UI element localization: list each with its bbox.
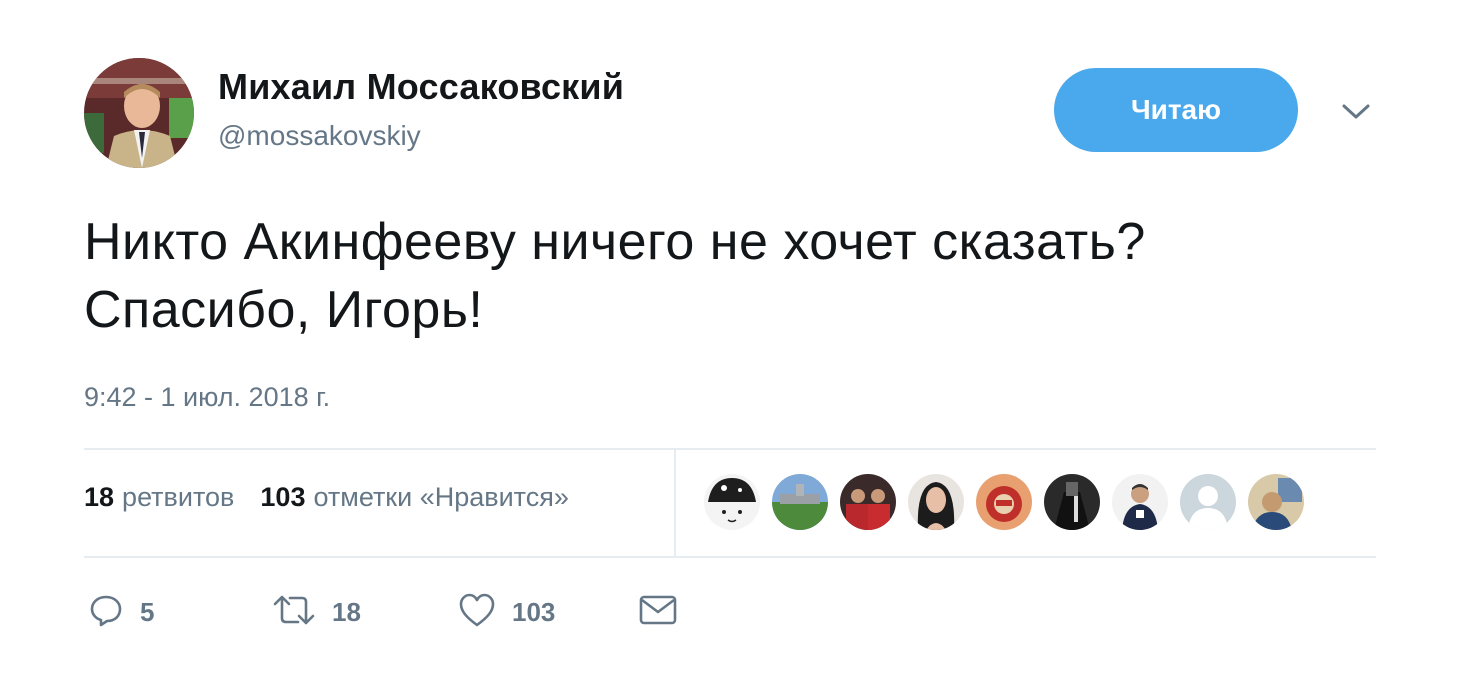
retweet-count: 18: [332, 596, 361, 627]
liker-avatar[interactable]: [772, 474, 828, 530]
liker-avatar[interactable]: [1248, 474, 1304, 530]
likes-count: 103: [260, 482, 306, 512]
following-button[interactable]: Читаю: [1054, 68, 1298, 152]
heart-icon: [458, 592, 496, 633]
tweet-timestamp[interactable]: 9:42 - 1 июл. 2018 г.: [84, 382, 330, 413]
reply-count: 5: [140, 596, 155, 627]
mail-icon: [638, 593, 678, 632]
tweet-card: Михаил Моссаковский @mossakovskiy Читаю …: [0, 0, 1460, 692]
retweets-stat[interactable]: 18 ретвитов: [84, 482, 234, 513]
divider: [84, 556, 1376, 558]
author-name[interactable]: Михаил Моссаковский: [218, 66, 624, 108]
liker-avatar[interactable]: [704, 474, 760, 530]
likes-stat[interactable]: 103 отметки «Нравится»: [260, 482, 568, 513]
divider: [674, 450, 676, 556]
retweet-icon: [272, 592, 316, 633]
liker-avatar[interactable]: [1112, 474, 1168, 530]
liker-avatar[interactable]: [908, 474, 964, 530]
author-avatar[interactable]: [84, 58, 194, 168]
direct-message-button[interactable]: [638, 590, 678, 634]
liker-avatar[interactable]: [840, 474, 896, 530]
retweets-count: 18: [84, 482, 115, 512]
likes-label: отметки «Нравится»: [313, 482, 569, 512]
chevron-down-icon[interactable]: [1334, 94, 1378, 130]
liker-avatar[interactable]: [976, 474, 1032, 530]
reply-button[interactable]: 5: [88, 590, 154, 634]
liker-avatar[interactable]: [1180, 474, 1236, 530]
divider: [84, 448, 1376, 450]
tweet-text-line: Никто Акинфееву ничего не хочет сказать?: [84, 213, 1146, 271]
tweet-text-line: Спасибо, Игорь!: [84, 281, 484, 339]
reply-icon: [88, 592, 124, 633]
liker-avatars: [704, 474, 1304, 530]
retweet-button[interactable]: 18: [272, 590, 361, 634]
retweets-label: ретвитов: [122, 482, 235, 512]
tweet-text: Никто Акинфееву ничего не хочет сказать?…: [84, 208, 1404, 344]
tweet-stats: 18 ретвитов 103 отметки «Нравится»: [84, 482, 595, 513]
like-button[interactable]: 103: [458, 590, 555, 634]
liker-avatar[interactable]: [1044, 474, 1100, 530]
like-count: 103: [512, 596, 556, 627]
author-handle[interactable]: @mossakovskiy: [218, 120, 421, 152]
